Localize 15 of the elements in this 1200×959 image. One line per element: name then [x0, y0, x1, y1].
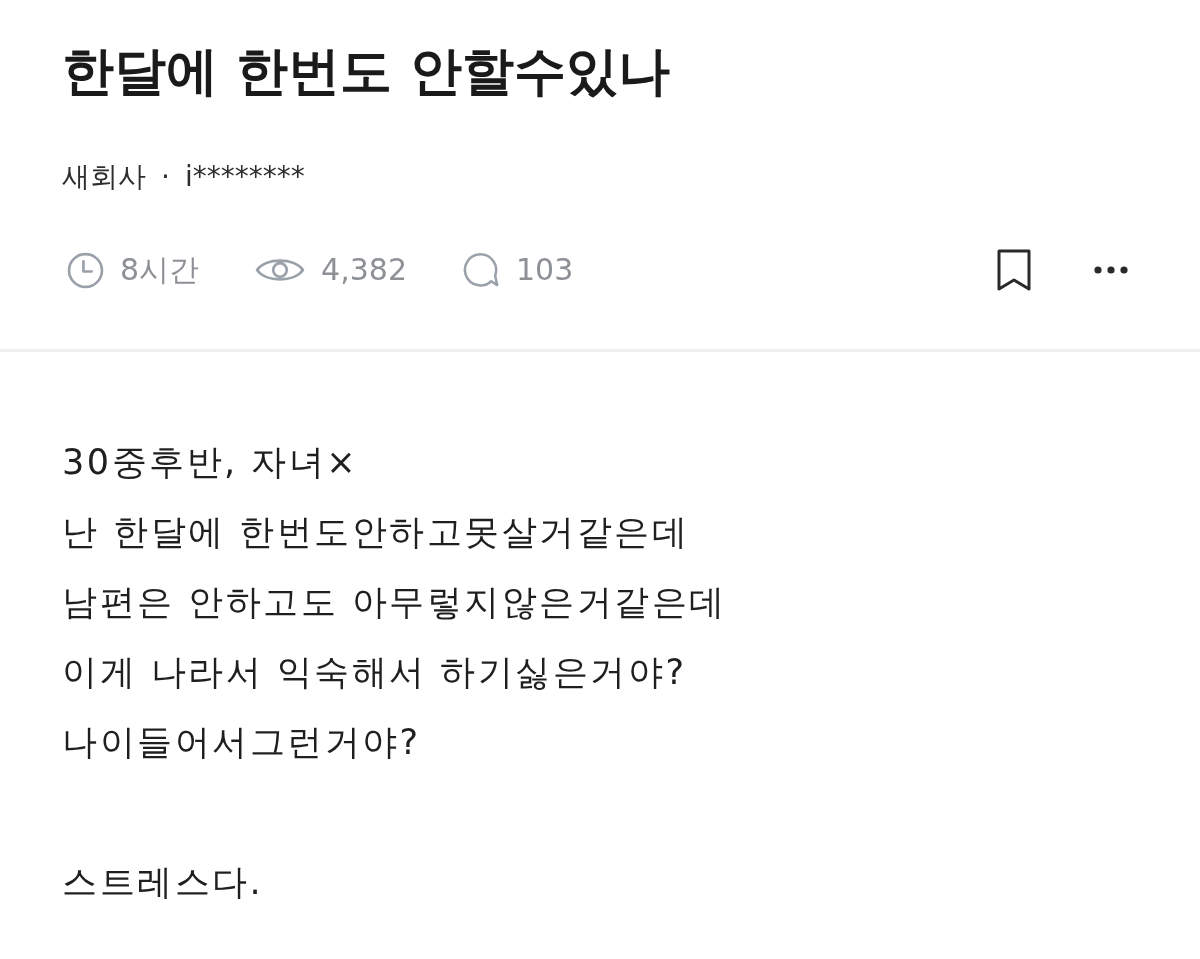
separator-dot: · — [161, 159, 170, 195]
post-time: 8시간 — [120, 251, 200, 289]
company-name: 새회사 — [62, 159, 146, 195]
view-count: 4,382 — [321, 251, 407, 289]
author-nickname: i******** — [184, 159, 305, 195]
post-title: 한달에 한번도 안할수있나 — [62, 40, 672, 103]
clock-icon — [67, 251, 104, 289]
speech-bubble-icon — [463, 251, 500, 289]
post-paragraph: 30중후반, 자녀× 난 한달에 한번도안하고못살거같은데 남편은 안하고도 아무렇지않은거같은데 이게 나라서 익숙해서 하기싫은거야? 나이들어서그런거야? — [62, 441, 728, 764]
bookmark-button[interactable] — [996, 248, 1032, 292]
bookmark-icon — [996, 248, 1032, 292]
more-icon — [1094, 266, 1128, 274]
post-paragraph: 스트레스다. — [62, 861, 265, 904]
more-button[interactable] — [1094, 266, 1128, 274]
comment-count: 103 — [516, 251, 574, 289]
